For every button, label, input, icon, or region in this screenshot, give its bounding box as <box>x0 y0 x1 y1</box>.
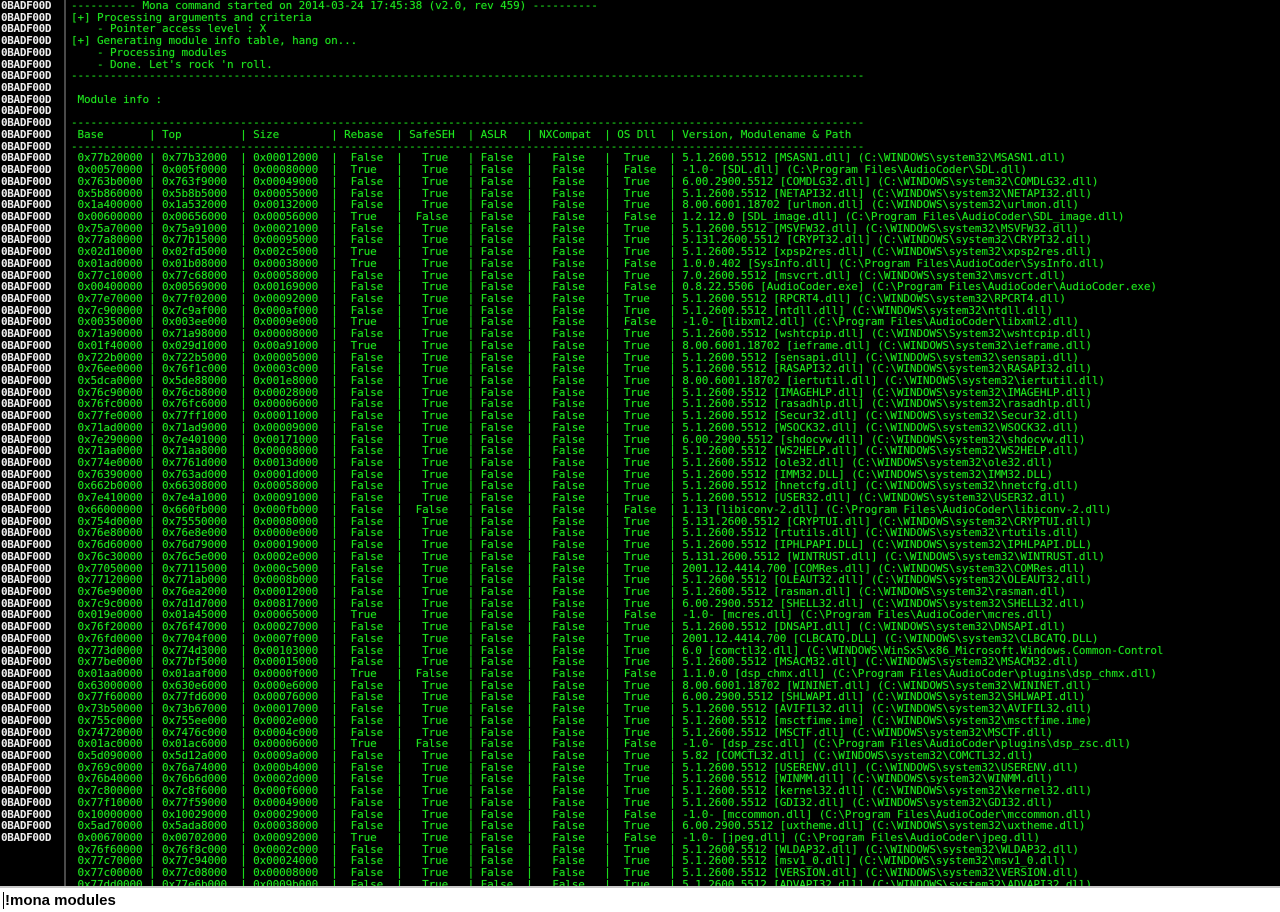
gutter-address-tag: 0BADF00D <box>1 338 52 352</box>
table-row: 0x76c30000 | 0x76c5e000 | 0x0002e000 | F… <box>71 549 1106 563</box>
gutter-address-tag: 0BADF00D <box>1 831 52 845</box>
log-output: ---------- Mona command started on 2014-… <box>66 0 1280 886</box>
table-row: 0x5dca0000 | 0x5de88000 | 0x001e8000 | F… <box>71 374 1106 387</box>
gutter-address-tag: 0BADF00D <box>1 795 52 809</box>
gutter-address-tag: 0BADF00D <box>1 291 52 305</box>
table-row: 0x5d090000 | 0x5d12a000 | 0x0009a000 | F… <box>71 749 1034 762</box>
debugger-log-window: 0BADF00D 0BADF00D 0BADF00D 0BADF00D 0BADF00D… <box>0 0 1280 912</box>
table-row: 0x01aa0000 | 0x01aaf000 | 0x0000f000 | T… <box>71 666 1158 680</box>
header-rule: ----------------------------------------… <box>71 69 865 83</box>
table-row: 0x71ad0000 | 0x71ad9000 | 0x00009000 | F… <box>71 420 1080 434</box>
header-line-3: - Processing modules <box>71 45 228 59</box>
gutter-address-tag: 0BADF00D <box>1 174 52 188</box>
table-row: 0x77dd0000 | 0x77e6b000 | 0x0009b000 | F… <box>71 877 1093 886</box>
table-row: 0x77e70000 | 0x77f02000 | 0x00092000 | F… <box>71 291 1067 305</box>
gutter-address-tag: 0BADF00D <box>1 549 52 563</box>
header-line-2: [+] Generating module info table, hang o… <box>71 34 358 48</box>
table-row: 0x763b0000 | 0x763f9000 | 0x00049000 | F… <box>71 174 1099 188</box>
gutter-address-tag: 0BADF00D <box>1 374 52 387</box>
table-header-row: Base | Top | Size | Rebase | SafeSEH | A… <box>71 127 852 141</box>
console-output-pane[interactable]: 0BADF00D 0BADF00D 0BADF00D 0BADF00D 0BADF00D… <box>0 0 1280 886</box>
command-input[interactable]: !mona modules <box>4 892 116 909</box>
gutter-address-tag: 0BADF00D <box>1 81 52 95</box>
table-row: 0x76e90000 | 0x76ea2000 | 0x00012000 | F… <box>71 584 1067 598</box>
gutter-address-tag: 0BADF00D <box>1 666 52 680</box>
gutter-address-tag: 0BADF00D <box>1 209 52 223</box>
table-row: 0x01f40000 | 0x029d1000 | 0x00a91000 | T… <box>71 338 1093 352</box>
table-row: 0x76fd0000 | 0x7704f000 | 0x0007f000 | F… <box>71 631 1099 645</box>
table-row: 0x77f10000 | 0x77f59000 | 0x00049000 | F… <box>71 795 1054 809</box>
gutter-address-tag: 0BADF00D <box>1 45 52 59</box>
table-row: 0x00670000 | 0x00702000 | 0x00092000 | T… <box>71 831 1041 845</box>
mona-banner: ---------- Mona command started on 2014-… <box>71 0 598 12</box>
gutter-address-tag: 0BADF00D <box>1 127 52 141</box>
gutter-address-tag: 0BADF00D <box>1 420 52 434</box>
table-row: 0x00600000 | 0x00656000 | 0x00056000 | T… <box>71 209 1125 223</box>
table-row: 0x774e0000 | 0x7761d000 | 0x0013d000 | F… <box>71 456 1054 470</box>
gutter-address-tag: 0BADF00D <box>1 256 52 270</box>
table-row: 0x755c0000 | 0x755ee000 | 0x0002e000 | F… <box>71 713 1093 727</box>
table-row: 0x66000000 | 0x660fb000 | 0x000fb000 | F… <box>71 502 1112 516</box>
command-input-bar[interactable]: !mona modules <box>0 886 1280 912</box>
gutter-address-tag: 0BADF00D <box>1 502 52 516</box>
section-title: Module info : <box>71 92 163 106</box>
table-row: 0x01ad0000 | 0x01b08000 | 0x00038000 | T… <box>71 256 1106 270</box>
gutter-address-tag: 0BADF00D <box>1 631 52 645</box>
gutter-address-tag: 0BADF00D <box>1 456 52 470</box>
gutter-address-tag: 0BADF00D <box>1 749 52 762</box>
gutter-address-tag: 0BADF00D <box>1 584 52 598</box>
address-gutter: 0BADF00D 0BADF00D 0BADF00D 0BADF00D 0BADF00D… <box>0 0 66 886</box>
gutter-address-tag: 0BADF00D <box>1 713 52 727</box>
gutter-address-tag: 0BADF00D <box>1 0 52 12</box>
